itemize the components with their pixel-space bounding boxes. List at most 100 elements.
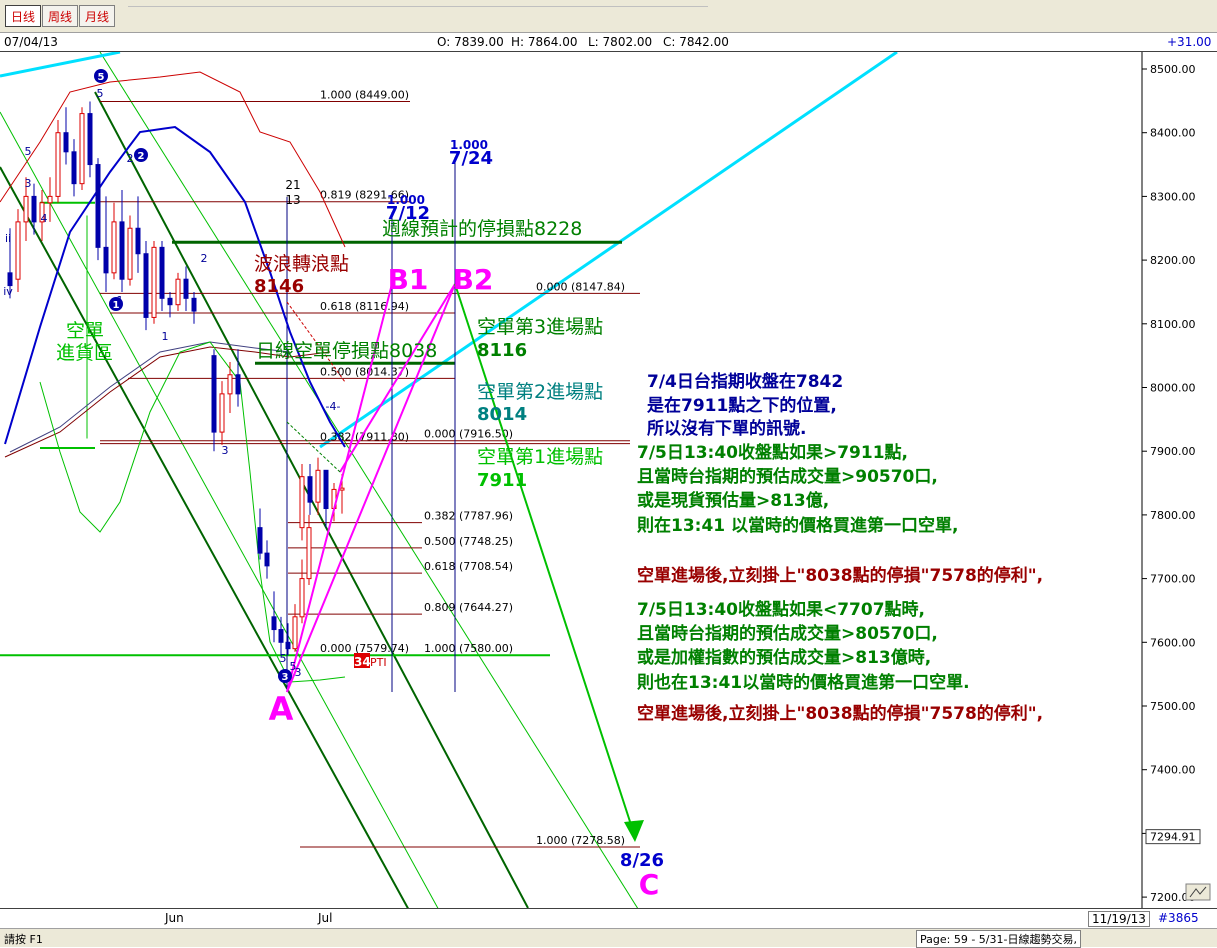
chart-annotation: 8116	[477, 340, 527, 361]
candle-body	[235, 374, 241, 395]
fib-level-label: 0.500 (8014.37)	[320, 365, 409, 378]
candle-body	[15, 221, 21, 280]
wave-circle-label: 5	[98, 72, 105, 83]
chart-annotation: 7911	[477, 470, 527, 491]
status-bar: 請按 F1 Page: 59 - 5/31-日線趨勢交易,	[0, 928, 1217, 948]
y-tick-label: 8000.00	[1150, 382, 1196, 395]
wave-label: -4-	[326, 400, 341, 413]
chart-annotation: 8146	[254, 276, 304, 297]
candle-body	[47, 195, 53, 204]
chart-annotation: PTI	[370, 656, 387, 669]
candle-body	[315, 469, 321, 503]
wave-label: 4	[41, 212, 48, 225]
note-line: 7/4日台指期收盤在7842	[647, 371, 843, 392]
fib-level-label: 0.382 (7787.96)	[424, 510, 513, 523]
note-line: 空單進場後,立刻掛上"8038點的停損"7578的停利",	[637, 565, 1043, 586]
candle-body	[299, 578, 305, 618]
y-tick-label: 7500.00	[1150, 700, 1196, 713]
candle-body	[323, 469, 329, 510]
wave-label: ii	[5, 232, 11, 245]
chart-annotation: 日線空單停損點8038	[256, 340, 437, 362]
candle-body	[7, 272, 13, 287]
change-value: +31.00	[1167, 35, 1212, 49]
candle-body	[183, 278, 189, 299]
note-line: 則在13:41 以當時的價格買進第一口空單,	[637, 515, 959, 536]
candle-body	[227, 374, 233, 395]
point-label: B1	[388, 263, 429, 296]
y-tick-label: 8300.00	[1150, 190, 1196, 203]
candle-body	[339, 487, 345, 491]
candle-body	[151, 246, 157, 318]
point-label: B2	[453, 263, 494, 296]
y-tick-label: 7700.00	[1150, 573, 1196, 586]
candle-body	[87, 113, 93, 166]
low-value: L: 7802.00	[588, 35, 653, 49]
last-price-label: 7294.91	[1150, 831, 1196, 844]
chart-annotation: 空單第1進場點	[477, 446, 603, 468]
candle-body	[264, 552, 270, 567]
candle-body	[71, 151, 77, 185]
scroll-corner-icon[interactable]	[1185, 883, 1211, 901]
wave-label: 2	[127, 152, 134, 165]
note-line: 或是加權指數的預估成交量>813億時,	[637, 647, 931, 668]
note-line: 或是現貨預估量>813億,	[637, 490, 829, 511]
fib-level-label: 0.000 (7916.50)	[424, 428, 513, 441]
tab-monthly[interactable]: 月线	[79, 5, 115, 27]
close-value: C: 7842.00	[663, 35, 729, 49]
y-tick-label: 7400.00	[1150, 764, 1196, 777]
wave-label: 3	[222, 444, 229, 457]
price-chart[interactable]: 8500.00 8400.00 8300.00 8200.00 8100.00 8000.…	[0, 52, 1217, 908]
note-line: 所以沒有下單的訊號.	[647, 418, 806, 439]
fib-level-label: 0.618 (7708.54)	[424, 560, 513, 573]
fib-level-label: 0.618 (8116.94)	[320, 300, 409, 313]
candle-body	[23, 195, 29, 223]
wave-label: 5	[97, 87, 104, 100]
wave-label: 5	[25, 145, 32, 158]
note-line: 且當時台指期的預估成交量>90570口,	[637, 466, 938, 487]
y-tick-label: 7800.00	[1150, 509, 1196, 522]
candle-body	[299, 476, 305, 529]
status-page: Page: 59 - 5/31-日線趨勢交易,	[916, 930, 1081, 948]
toolbar: 日线 周线 月线	[0, 0, 1217, 33]
y-tick-label: 8400.00	[1150, 127, 1196, 140]
chart-annotation: 進貨區	[56, 342, 113, 364]
candle-body	[211, 355, 217, 433]
time-marker-date: 7/24	[449, 148, 493, 169]
candle-body	[63, 132, 69, 153]
candle-body	[135, 227, 141, 255]
y-tick-label: 7900.00	[1150, 445, 1196, 458]
wave-label: iv	[3, 285, 13, 298]
note-line: 是在7911點之下的位置,	[647, 395, 837, 416]
note-line: 空單進場後,立刻掛上"8038點的停損"7578的停利",	[637, 703, 1043, 724]
wave-circle-label: 2	[138, 151, 145, 162]
wave-circle-label: 1	[113, 300, 120, 311]
candle-body	[103, 246, 109, 274]
note-line: 7/5日13:40收盤點如果<7707點時,	[637, 599, 925, 620]
note-line: 且當時台指期的預估成交量>80570口,	[637, 623, 938, 644]
candle-body	[257, 527, 263, 554]
tab-daily[interactable]: 日线	[5, 5, 41, 27]
chart-annotation: 空單	[66, 320, 104, 342]
candle-body	[307, 476, 313, 503]
tab-weekly[interactable]: 周线	[42, 5, 78, 27]
open-value: O: 7839.00	[437, 35, 504, 49]
chart-annotation: 波浪轉浪點	[254, 253, 349, 275]
chart-annotation: 34	[354, 655, 371, 669]
candle-body	[79, 113, 85, 185]
x-label-jun: Jun	[165, 911, 184, 925]
candle-body	[119, 221, 125, 280]
candle-body	[143, 253, 149, 318]
wave-label: 3	[25, 177, 32, 190]
x-axis-bar: Jun Jul 11/19/13 #3865	[0, 908, 1217, 929]
candle-body	[271, 616, 277, 631]
fib-level-label: 1.000 (7278.58)	[536, 834, 625, 847]
y-tick-label: 8500.00	[1150, 63, 1196, 76]
status-hint: 請按 F1	[4, 933, 43, 946]
wave-circle-label: 3	[282, 672, 289, 683]
candle-body	[191, 297, 197, 312]
candle-body	[219, 393, 225, 433]
chart-annotation: 8014	[477, 404, 527, 425]
fib-level-label: 1.000 (8449.00)	[320, 88, 409, 101]
candle-body	[31, 195, 37, 223]
fib-level-label: 0.809 (7644.27)	[424, 601, 513, 614]
